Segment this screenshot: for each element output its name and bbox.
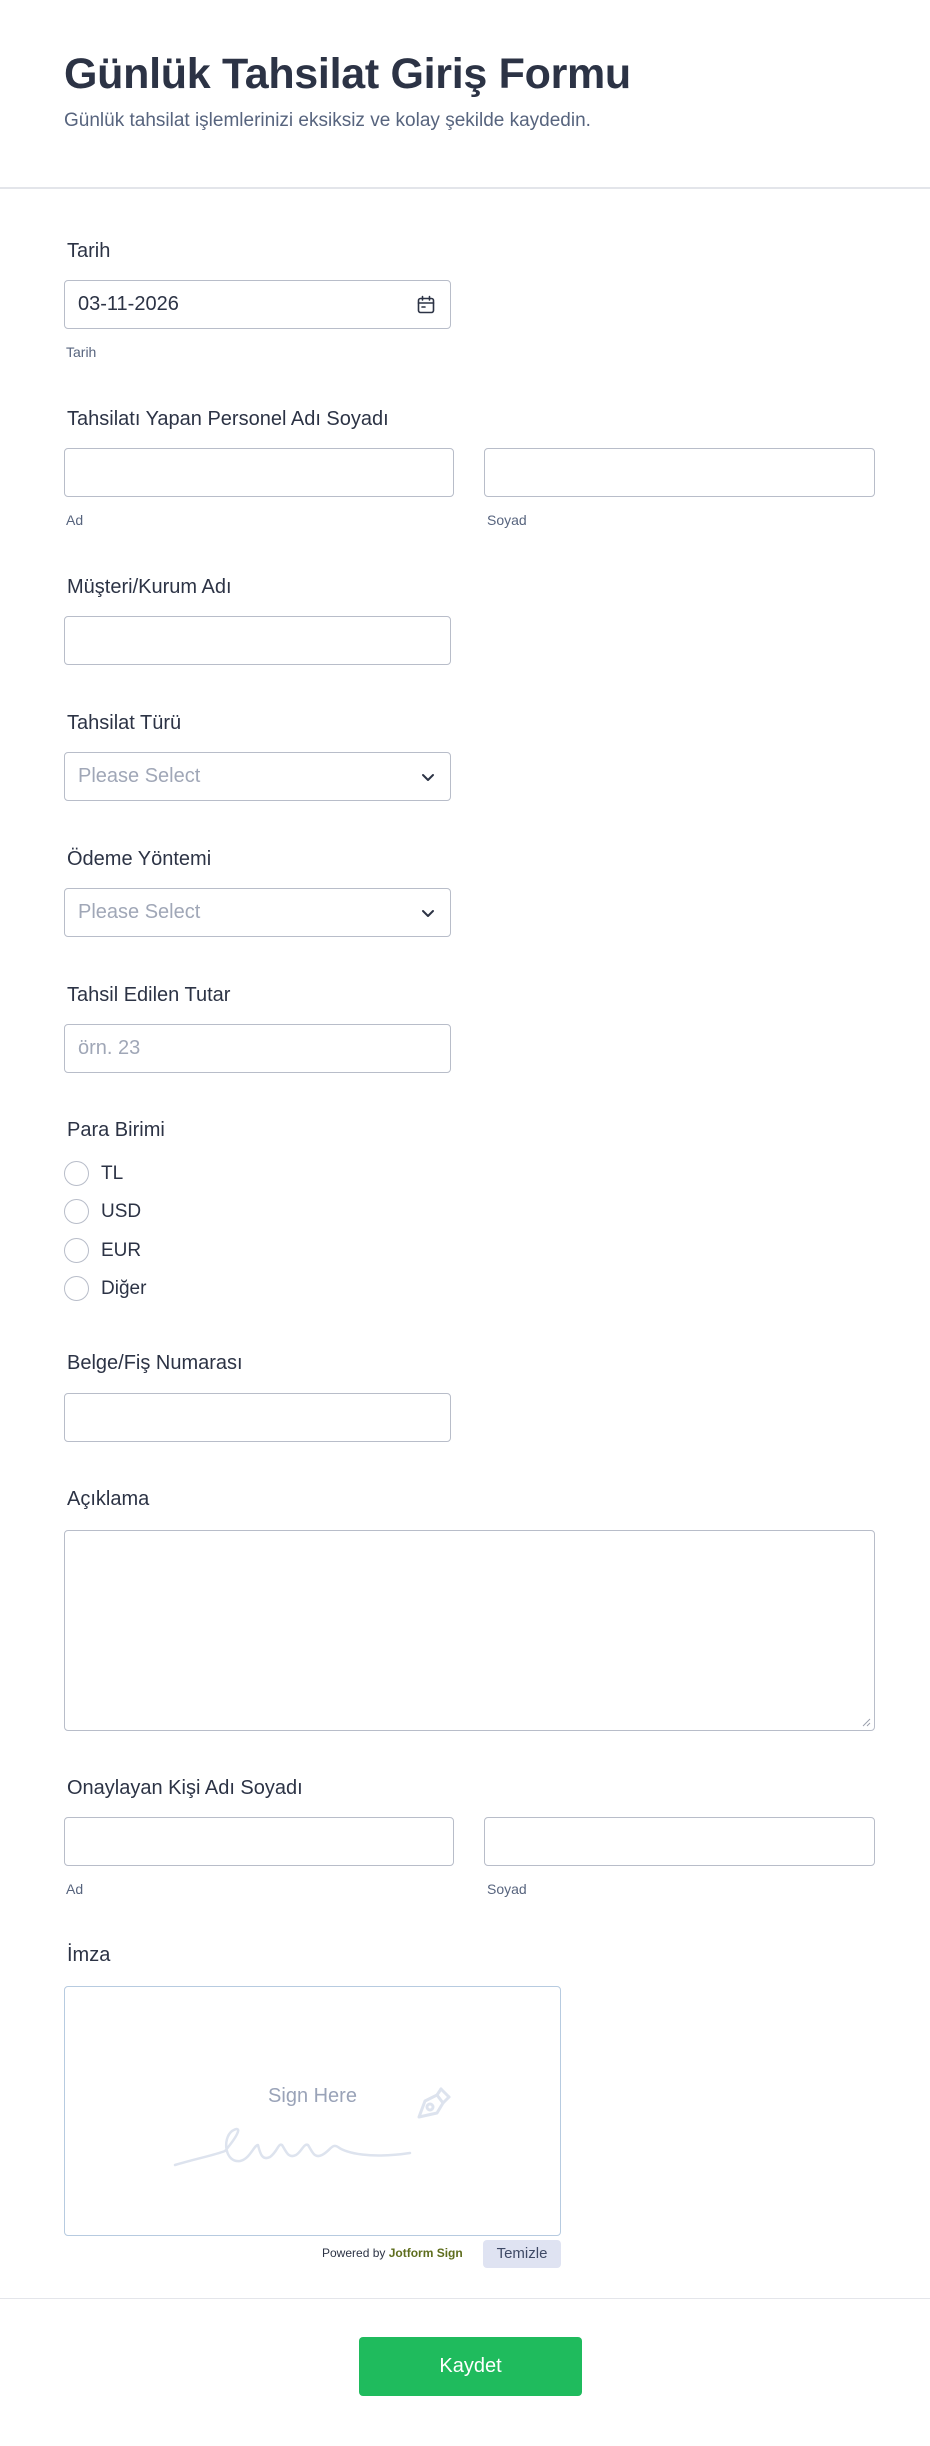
date-input[interactable]: 03-11-2026 (64, 280, 451, 329)
payment-method-selected: Please Select (78, 901, 201, 923)
currency-option-label: USD (101, 1201, 142, 1222)
payment-method-label: Ödeme Yöntemi (67, 848, 212, 870)
powered-by-text: Powered by Jotform Sign (322, 2246, 463, 2260)
collector-first-name-input[interactable] (64, 448, 454, 497)
signature-label: İmza (67, 1944, 111, 1966)
currency-option-label: EUR (101, 1240, 142, 1261)
collection-type-select[interactable]: Please Select (64, 752, 451, 801)
receipt-number-input[interactable] (64, 1393, 451, 1442)
approver-last-name-input[interactable] (484, 1817, 875, 1866)
powered-by-label: Powered by (322, 2246, 386, 2260)
radio-button[interactable] (64, 1276, 89, 1301)
form-subtitle: Günlük tahsilat işlemlerinizi eksiksiz v… (64, 110, 591, 131)
approver-first-name-input[interactable] (64, 1817, 454, 1866)
signature-pad[interactable]: Sign Here (64, 1986, 561, 2236)
currency-label: Para Birimi (67, 1119, 165, 1141)
customer-label: Müşteri/Kurum Adı (67, 576, 232, 598)
resize-handle-icon[interactable] (861, 1717, 871, 1727)
collector-last-name-input[interactable] (484, 448, 875, 497)
collector-name-label: Tahsilatı Yapan Personel Adı Soyadı (67, 408, 389, 430)
collection-type-selected: Please Select (78, 765, 201, 787)
radio-button[interactable] (64, 1238, 89, 1263)
payment-method-select[interactable]: Please Select (64, 888, 451, 937)
receipt-number-label: Belge/Fiş Numarası (67, 1352, 243, 1374)
footer-divider (0, 2298, 930, 2299)
date-sublabel: Tarih (66, 344, 97, 360)
description-label: Açıklama (67, 1488, 150, 1510)
currency-option-label: TL (101, 1163, 124, 1184)
collector-last-name-sublabel: Soyad (487, 512, 527, 528)
date-label: Tarih (67, 240, 111, 262)
approver-name-label: Onaylayan Kişi Adı Soyadı (67, 1777, 303, 1799)
submit-button[interactable]: Kaydet (359, 2337, 582, 2396)
clear-signature-button[interactable]: Temizle (483, 2240, 561, 2268)
collector-first-name-sublabel: Ad (66, 512, 84, 528)
form-title: Günlük Tahsilat Giriş Formu (64, 50, 631, 98)
description-textarea[interactable] (64, 1530, 875, 1731)
radio-button[interactable] (64, 1199, 89, 1224)
amount-placeholder: örn. 23 (78, 1037, 141, 1059)
customer-input[interactable] (64, 616, 451, 665)
amount-input[interactable]: örn. 23 (64, 1024, 451, 1073)
chevron-down-icon (422, 774, 434, 781)
radio-button[interactable] (64, 1161, 89, 1186)
amount-label: Tahsil Edilen Tutar (67, 984, 231, 1006)
collection-type-label: Tahsilat Türü (67, 712, 182, 734)
jotform-sign-brand[interactable]: Jotform Sign (389, 2246, 463, 2260)
form-header: Günlük Tahsilat Giriş Formu Günlük tahsi… (0, 0, 930, 189)
approver-last-name-sublabel: Soyad (487, 1881, 527, 1897)
pen-nib-icon (417, 2087, 451, 2119)
date-value: 03-11-2026 (78, 293, 179, 315)
chevron-down-icon (422, 910, 434, 917)
sign-here-hint: Sign Here (268, 2085, 357, 2107)
calendar-icon[interactable] (416, 295, 436, 315)
approver-first-name-sublabel: Ad (66, 1881, 84, 1897)
currency-option-label: Diğer (101, 1278, 147, 1299)
